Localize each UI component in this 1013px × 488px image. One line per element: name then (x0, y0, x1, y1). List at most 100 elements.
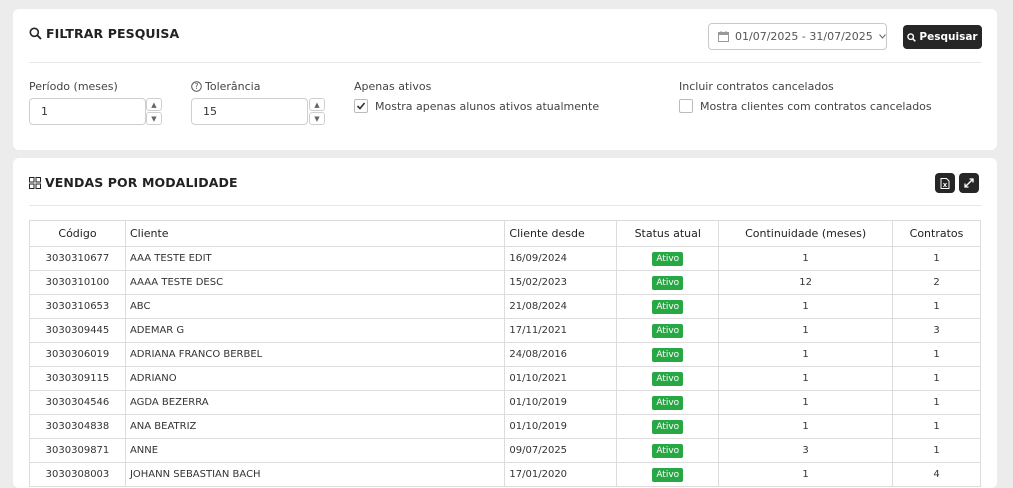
cell-contratos: 1 (892, 246, 981, 271)
cell-cliente: ANNE (124, 438, 506, 463)
export-excel-button[interactable]: X (935, 173, 955, 193)
cell-contratos: 3 (892, 318, 981, 343)
table-row[interactable]: 3030310100 AAAA TESTE DESC 15/02/2023 Ativo… (29, 270, 981, 295)
date-range-picker[interactable]: 01/07/2025 - 31/07/2025 (708, 23, 887, 50)
cell-cliente-desde: 21/08/2024 (504, 294, 618, 319)
status-badge: Ativo (652, 275, 684, 290)
column-header-continuidade[interactable]: Continuidade (meses) (718, 220, 894, 247)
search-icon (907, 32, 917, 42)
cell-continuidade: 1 (718, 366, 894, 391)
cell-status: Ativo (616, 342, 720, 367)
cell-status: Ativo (616, 246, 720, 271)
column-header-status[interactable]: Status atual (616, 220, 720, 247)
table-row[interactable]: 3030306019 ADRIANA FRANCO BERBEL 24/08/201… (29, 342, 981, 367)
expand-button[interactable] (959, 173, 979, 193)
periodo-value: 1 (41, 105, 48, 118)
periodo-input[interactable]: 1 (29, 98, 146, 125)
vendas-title: VENDAS POR MODALIDADE (45, 175, 238, 190)
status-badge: Ativo (652, 371, 684, 386)
tolerancia-input[interactable]: 15 (191, 98, 308, 125)
cell-cliente-desde: 17/01/2020 (504, 462, 618, 487)
status-badge: Ativo (652, 443, 684, 458)
tolerancia-stepper: ▲ ▼ (309, 98, 325, 125)
periodo-label: Período (meses) (29, 80, 118, 93)
cancelados-label: Incluir contratos cancelados (679, 80, 834, 93)
status-badge: Ativo (652, 299, 684, 314)
column-header-cliente[interactable]: Cliente (124, 220, 506, 247)
status-badge: Ativo (652, 251, 684, 266)
periodo-increment-button[interactable]: ▲ (146, 98, 162, 111)
cell-codigo: 3030310100 (29, 270, 126, 295)
table-row[interactable]: 3030304546 AGDA BEZERRA 01/10/2019 Ativo 1 1 (29, 390, 981, 415)
cancelados-checkbox-row[interactable]: Mostra clientes com contratos cancelados (679, 99, 932, 113)
filter-divider (29, 62, 981, 63)
table-row[interactable]: 3030309445 ADEMAR G 17/11/2021 Ativo 1 3 (29, 318, 981, 343)
apenas-ativos-label-text: Apenas ativos (354, 80, 432, 93)
cell-cliente: AGDA BEZERRA (124, 390, 506, 415)
cell-continuidade: 1 (718, 294, 894, 319)
vendas-table: Código Cliente Cliente desde Status atua… (29, 220, 981, 487)
grid-icon (29, 176, 41, 189)
help-icon[interactable]: ? (191, 81, 202, 92)
cell-cliente: AAA TESTE EDIT (124, 246, 506, 271)
table-row[interactable]: 3030310653 ABC 21/08/2024 Ativo 1 1 (29, 294, 981, 319)
search-button[interactable]: Pesquisar (903, 25, 982, 49)
checkmark-icon (356, 102, 366, 110)
cell-continuidade: 1 (718, 342, 894, 367)
search-icon (29, 27, 42, 40)
cell-contratos: 1 (892, 414, 981, 439)
cell-contratos: 1 (892, 390, 981, 415)
vendas-header: VENDAS POR MODALIDADE (29, 175, 238, 190)
table-row[interactable]: 3030310677 AAA TESTE EDIT 16/09/2024 Ativo 1… (29, 246, 981, 271)
periodo-stepper: ▲ ▼ (146, 98, 162, 125)
cell-contratos: 2 (892, 270, 981, 295)
excel-export-icon: X (940, 177, 950, 189)
apenas-ativos-checkbox[interactable] (354, 99, 368, 113)
tolerancia-label-text: Tolerância (205, 80, 261, 93)
cell-continuidade: 1 (718, 318, 894, 343)
cell-codigo: 3030310653 (29, 294, 126, 319)
cell-continuidade: 1 (718, 390, 894, 415)
cell-continuidade: 12 (718, 270, 894, 295)
table-row[interactable]: 3030309871 ANNE 09/07/2025 Ativo 3 1 (29, 438, 981, 463)
cell-contratos: 1 (892, 294, 981, 319)
status-badge: Ativo (652, 323, 684, 338)
status-badge: Ativo (652, 467, 684, 482)
column-header-contratos[interactable]: Contratos (892, 220, 981, 247)
cell-cliente: ADEMAR G (124, 318, 506, 343)
cell-codigo: 3030308003 (29, 462, 126, 487)
search-button-label: Pesquisar (919, 31, 978, 43)
date-range-value: 01/07/2025 - 31/07/2025 (735, 30, 873, 43)
cell-cliente-desde: 17/11/2021 (504, 318, 618, 343)
cell-cliente-desde: 01/10/2019 (504, 390, 618, 415)
cancelados-checkbox[interactable] (679, 99, 693, 113)
cell-cliente: ADRIANA FRANCO BERBEL (124, 342, 506, 367)
svg-text:?: ? (195, 82, 199, 91)
cell-codigo: 3030309871 (29, 438, 126, 463)
tolerancia-value: 15 (203, 105, 217, 118)
status-badge: Ativo (652, 419, 684, 434)
periodo-decrement-button[interactable]: ▼ (146, 112, 162, 125)
table-row[interactable]: 3030304838 ANA BEATRIZ 01/10/2019 Ativo 1 1 (29, 414, 981, 439)
tolerancia-increment-button[interactable]: ▲ (309, 98, 325, 111)
chevron-down-icon (878, 34, 886, 39)
apenas-ativos-checkbox-row[interactable]: Mostra apenas alunos ativos atualmente (354, 99, 599, 113)
filter-header: FILTRAR PESQUISA (29, 26, 179, 41)
cell-cliente: JOHANN SEBASTIAN BACH (124, 462, 506, 487)
column-header-cliente-desde[interactable]: Cliente desde (504, 220, 618, 247)
column-header-codigo[interactable]: Código (29, 220, 126, 247)
table-row[interactable]: 3030308003 JOHANN SEBASTIAN BACH 17/01/202… (29, 462, 981, 487)
cell-cliente-desde: 09/07/2025 (504, 438, 618, 463)
cancelados-text: Mostra clientes com contratos cancelados (700, 99, 932, 113)
table-row[interactable]: 3030309115 ADRIANO 01/10/2021 Ativo 1 1 (29, 366, 981, 391)
tolerancia-decrement-button[interactable]: ▼ (309, 112, 325, 125)
cell-codigo: 3030304546 (29, 390, 126, 415)
cell-cliente-desde: 01/10/2019 (504, 414, 618, 439)
apenas-ativos-label: Apenas ativos (354, 80, 431, 93)
cell-continuidade: 1 (718, 462, 894, 487)
cell-codigo: 3030309445 (29, 318, 126, 343)
calendar-icon (718, 31, 729, 42)
cell-status: Ativo (616, 462, 720, 487)
cell-cliente-desde: 15/02/2023 (504, 270, 618, 295)
cell-cliente-desde: 24/08/2016 (504, 342, 618, 367)
